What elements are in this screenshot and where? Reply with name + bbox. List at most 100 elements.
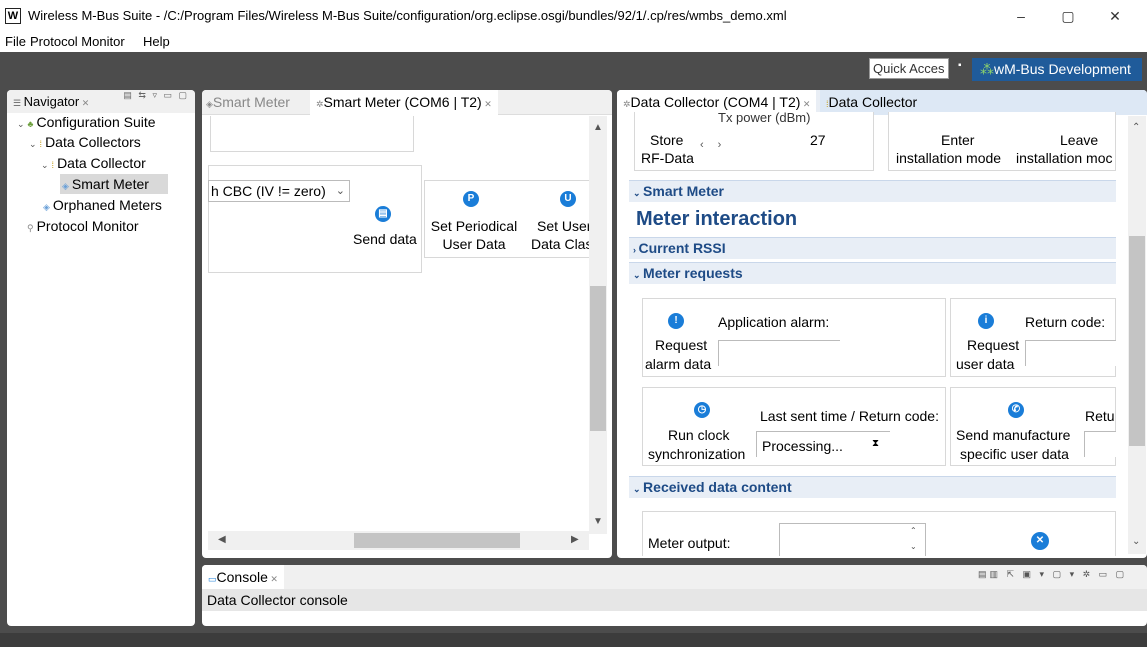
chevron-down-icon[interactable]: ⌄: [17, 119, 25, 129]
tree-item-orphaned-meters[interactable]: ◈ Orphaned Meters: [43, 195, 162, 215]
scroll-up-icon[interactable]: ▲: [593, 122, 603, 133]
tab-label: Data Collector: [828, 94, 918, 110]
tab-smart-meter-com6[interactable]: ✲Smart Meter (COM6 | T2) ✕: [310, 90, 498, 115]
close-icon[interactable]: ✕: [268, 574, 278, 584]
section-label: Smart Meter: [643, 183, 724, 199]
h-scroll-thumb[interactable]: [354, 533, 520, 548]
console-toolbar-icons[interactable]: ▤▥ ⇱ ▣ ▾ ▢ ▾ ✲ ▭ ▢: [978, 569, 1127, 580]
quick-access-input[interactable]: Quick Acces: [869, 58, 949, 79]
run-clock-label-2[interactable]: synchronization: [648, 446, 745, 462]
suite-icon: ♣: [27, 119, 34, 129]
return-code-field[interactable]: [1025, 340, 1116, 366]
request-alarm-label-1[interactable]: Request: [655, 337, 707, 353]
chevron-down-icon[interactable]: ⌄: [336, 181, 345, 201]
received-data-section[interactable]: ⌄ Received data content: [629, 476, 1116, 498]
chevron-down-icon[interactable]: ⌄: [633, 484, 643, 494]
scroll-down-icon[interactable]: ▼: [593, 516, 603, 527]
scroll-right-icon[interactable]: ▶: [571, 534, 579, 545]
vertical-scrollbar[interactable]: ▲ ▼: [589, 116, 607, 534]
tree-item-smart-meter[interactable]: ◈ Smart Meter: [60, 174, 168, 194]
enter-label-1[interactable]: Enter: [941, 132, 974, 148]
alarm-icon[interactable]: !: [668, 313, 684, 329]
leave-label-2[interactable]: installation moc: [1016, 150, 1116, 166]
close-icon[interactable]: ✕: [79, 98, 90, 108]
horizontal-scrollbar[interactable]: ◀ ▶: [208, 531, 589, 550]
tree-item-data-collectors[interactable]: ⌄ ⁞ Data Collectors: [29, 132, 141, 152]
section-label: Current RSSI: [638, 240, 726, 256]
scroll-up-icon[interactable]: ⌃: [910, 526, 917, 535]
tab-smart-meter[interactable]: ◈Smart Meter: [206, 90, 290, 115]
close-icon[interactable]: ✕: [800, 99, 811, 109]
maximize-button[interactable]: ▢: [1053, 4, 1083, 28]
leave-label-1[interactable]: Leave: [1060, 132, 1098, 148]
tree-item-protocol-monitor[interactable]: ⚲ Protocol Monitor: [27, 216, 139, 236]
chevron-down-icon[interactable]: ⌄: [41, 160, 49, 170]
send-manuf-label-1[interactable]: Send manufacture: [956, 427, 1070, 443]
current-rssi-section[interactable]: › Current RSSI: [629, 237, 1116, 259]
navigator-icon: ☰: [13, 98, 24, 108]
tab-console[interactable]: ▭Console ✕: [202, 565, 284, 589]
set-periodical-label-2[interactable]: User Data: [426, 236, 522, 252]
navigator-tools[interactable]: ▤ ⇆ ▿ ▭ ▢: [123, 90, 189, 101]
scroll-thumb[interactable]: [1129, 236, 1145, 446]
perspective-open-icon[interactable]: ▪: [958, 60, 970, 76]
scroll-thumb[interactable]: [590, 286, 606, 431]
tx-power-stepper[interactable]: ‹›: [700, 139, 735, 151]
smart-meter-section[interactable]: ⌄ Smart Meter: [629, 180, 1116, 202]
send-manufacturer-icon[interactable]: ✆: [1008, 402, 1024, 418]
periodical-icon[interactable]: P: [463, 191, 479, 207]
scroll-up-icon[interactable]: ⌃: [1132, 122, 1140, 133]
navigator-tab[interactable]: ☰ Navigator ✕: [13, 94, 89, 109]
tree-label: Protocol Monitor: [36, 218, 139, 234]
send-data-icon[interactable]: ▤: [375, 206, 391, 222]
run-clock-label-1[interactable]: Run clock: [668, 427, 729, 443]
close-button[interactable]: ✕: [1100, 4, 1130, 28]
meter-tab-icon: ✲: [316, 99, 324, 109]
hourglass-icon: ⧗: [872, 438, 880, 449]
scroll-left-icon[interactable]: ◀: [218, 534, 226, 545]
chevron-down-icon[interactable]: ⌄: [633, 188, 643, 198]
tree-item-data-collector[interactable]: ⌄ ⁞ Data Collector: [41, 153, 146, 173]
minimize-button[interactable]: –: [1006, 4, 1036, 28]
vertical-scrollbar[interactable]: ⌃ ⌄: [1128, 116, 1146, 554]
meter-output-field[interactable]: ⌃ ⌄: [779, 523, 926, 556]
application-alarm-field[interactable]: [718, 340, 840, 366]
scroll-down-icon[interactable]: ⌄: [910, 542, 917, 551]
collector-tab-icon: ✲: [623, 99, 631, 109]
set-periodical-label-1[interactable]: Set Periodical: [426, 218, 522, 234]
tree-label: Data Collectors: [45, 134, 141, 150]
combo-value: h CBC (IV != zero): [211, 183, 326, 199]
tree-item-configuration-suite[interactable]: ⌄ ♣ Configuration Suite: [17, 112, 156, 132]
encryption-mode-select[interactable]: h CBC (IV != zero) ⌄: [208, 180, 350, 202]
request-user-label-2[interactable]: user data: [956, 356, 1014, 372]
info-icon[interactable]: i: [978, 313, 994, 329]
chevron-down-icon[interactable]: ⌄: [633, 270, 643, 280]
section-label: Meter requests: [643, 265, 743, 281]
user-data-class-icon[interactable]: U: [560, 191, 576, 207]
console-tabbar: ▭Console ✕ ▤▥ ⇱ ▣ ▾ ▢ ▾ ✲ ▭ ▢: [202, 565, 1147, 589]
tab-label: Data Collector (COM4 | T2): [630, 94, 801, 110]
chevron-down-icon[interactable]: ⌄: [29, 139, 37, 149]
perspective-button[interactable]: ⁂wM-Bus Development: [972, 58, 1142, 81]
clock-icon[interactable]: ◷: [694, 402, 710, 418]
set-user-label-1[interactable]: Set User: [537, 218, 591, 234]
collectors-icon: ⁞: [39, 139, 43, 149]
scroll-down-icon[interactable]: ⌄: [1132, 536, 1140, 547]
last-sent-time-label: Last sent time / Return code:: [760, 408, 939, 424]
clear-icon[interactable]: ✕: [1031, 532, 1049, 550]
menu-protocol-monitor[interactable]: Protocol Monitor: [30, 34, 125, 49]
store-label-2[interactable]: RF-Data: [641, 150, 694, 166]
manufacturer-return-field[interactable]: [1084, 431, 1116, 457]
meter-requests-section[interactable]: ⌄ Meter requests: [629, 262, 1116, 284]
send-manuf-label-2[interactable]: specific user data: [960, 446, 1069, 462]
set-user-label-2[interactable]: Data Clas: [531, 236, 592, 252]
store-label-1[interactable]: Store: [650, 132, 683, 148]
request-user-label-1[interactable]: Request: [967, 337, 1019, 353]
tab-label: Console: [216, 569, 268, 585]
menu-file[interactable]: File: [5, 34, 26, 49]
close-icon[interactable]: ✕: [482, 99, 492, 109]
request-alarm-label-2[interactable]: alarm data: [645, 356, 711, 372]
send-data-button[interactable]: Send data: [353, 231, 417, 247]
enter-label-2[interactable]: installation mode: [896, 150, 1001, 166]
menu-help[interactable]: Help: [143, 34, 170, 49]
